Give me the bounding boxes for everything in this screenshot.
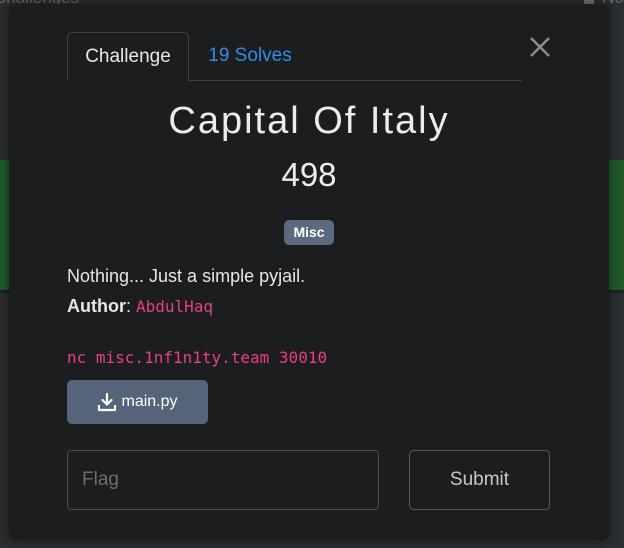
close-icon bbox=[530, 37, 550, 57]
file-name: main.py bbox=[121, 393, 178, 410]
download-file-button[interactable]: main.py bbox=[67, 380, 208, 424]
challenge-value: 498 bbox=[281, 156, 337, 193]
challenge-modal: Challenge 19 Solves Capital Of Italy 498… bbox=[9, 4, 609, 540]
connection-command: nc misc.1nf1n1ty.team 30010 bbox=[67, 348, 328, 367]
background-square-icon bbox=[584, 0, 595, 4]
modal-tabs: Challenge 19 Solves bbox=[67, 32, 522, 81]
author-label: Author bbox=[67, 296, 126, 316]
tab-solves[interactable]: 19 Solves bbox=[195, 32, 305, 80]
submit-button[interactable]: Submit bbox=[409, 450, 550, 510]
challenge-title: Capital Of Italy bbox=[168, 100, 450, 142]
close-button[interactable] bbox=[525, 32, 555, 62]
author-name: AbdulHaq bbox=[136, 297, 214, 316]
challenge-description: Nothing... Just a simple pyjail. bbox=[67, 266, 306, 286]
tab-challenge[interactable]: Challenge bbox=[67, 32, 189, 81]
author-line: Author: AbdulHaq bbox=[67, 296, 214, 316]
category-badge: Misc bbox=[284, 220, 334, 245]
flag-input[interactable] bbox=[67, 450, 379, 510]
download-icon bbox=[98, 392, 117, 412]
